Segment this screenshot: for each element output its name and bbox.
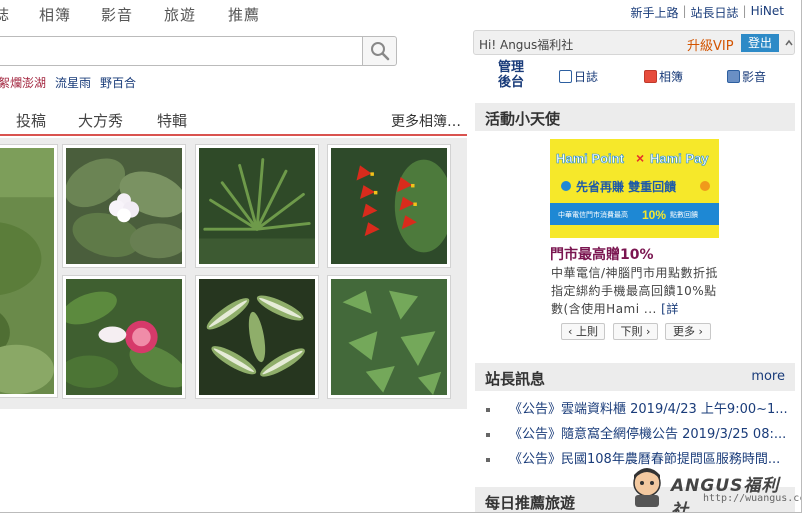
photo-thumb[interactable]: [195, 144, 319, 268]
nav-item-album[interactable]: 相簿: [39, 4, 71, 25]
angel-panel-header: 活動小天使: [475, 103, 795, 131]
coin-icon: [561, 181, 571, 191]
photo-thumb[interactable]: [0, 144, 58, 398]
bullet: [486, 433, 490, 437]
news-link[interactable]: 《公告》隨意窩全網停機公告 2019/3/25 08:...: [509, 427, 786, 442]
nav-item-travel[interactable]: 旅遊: [164, 4, 196, 25]
bullet: [486, 458, 490, 462]
banner-percent: 10%: [642, 208, 666, 222]
nav-item-blog[interactable]: 誌: [0, 4, 10, 25]
search-icon: [370, 42, 389, 61]
banner-line2a: 中華電信門市消費最高: [558, 210, 628, 219]
quick-video-link[interactable]: 影音: [727, 68, 766, 85]
bulb-icon: [700, 181, 710, 191]
page: 誌 相簿 影音 旅遊 推薦 新手上路 | 站長日誌 | HiNet 絮爛澎湖 流…: [0, 0, 802, 513]
album-icon: [644, 70, 657, 83]
quick-blog-label: 日誌: [574, 70, 599, 84]
admin-label-line: 後台: [498, 75, 525, 90]
news-panel-header: 站長訊息 more: [475, 363, 795, 391]
photo-variegated-leaves: [199, 279, 315, 395]
admin-diary-link[interactable]: 站長日誌: [691, 4, 739, 21]
album-tabs: 投稿 大方秀 特輯 更多相簿…: [0, 110, 467, 136]
next-button[interactable]: 下則 ›: [613, 323, 658, 340]
tab-special[interactable]: 特輯: [157, 110, 187, 131]
nav-item-recommend[interactable]: 推薦: [228, 4, 260, 25]
promo-detail-link[interactable]: [詳: [661, 302, 679, 316]
hinet-link[interactable]: HiNet: [751, 4, 784, 21]
promo-title[interactable]: 門市最高贈10%: [550, 244, 654, 264]
hot-tag[interactable]: 野百合: [100, 74, 136, 91]
news-list: 《公告》雲端資料櫃 2019/4/23 上午9:00~1... 《公告》隨意窩全…: [484, 400, 796, 475]
search-input[interactable]: [0, 36, 362, 66]
more-albums-link[interactable]: 更多相簿…: [391, 111, 461, 131]
news-item: 《公告》雲端資料櫃 2019/4/23 上午9:00~1...: [484, 400, 796, 425]
blog-icon: [559, 70, 572, 83]
top-nav: 誌 相簿 影音 旅遊 推薦 新手上路 | 站長日誌 | HiNet: [0, 0, 801, 30]
divider: |: [682, 4, 687, 18]
tab-showcase[interactable]: 大方秀: [78, 110, 123, 131]
quick-album-link[interactable]: 相簿: [644, 68, 683, 85]
quick-album-label: 相簿: [659, 70, 684, 84]
news-link[interactable]: 《公告》雲端資料櫃 2019/4/23 上午9:00~1...: [509, 402, 788, 417]
top-links: 新手上路 | 站長日誌 | HiNet: [630, 4, 784, 21]
newbie-link[interactable]: 新手上路: [630, 4, 678, 21]
collapse-icon[interactable]: [785, 39, 793, 47]
photo-heliconia: [331, 148, 447, 264]
news-item: 《公告》隨意窩全網停機公告 2019/3/25 08:...: [484, 425, 796, 450]
nav-item-video[interactable]: 影音: [101, 4, 133, 25]
banner-line2b: 點數回饋: [670, 210, 698, 219]
upgrade-vip-link[interactable]: 升級VIP: [687, 35, 734, 54]
photo-pink-flower: [66, 279, 182, 395]
hot-tags: 絮爛澎湖 流星雨 野百合: [0, 74, 136, 91]
watermark-text: ANGUS福利社: [671, 476, 780, 513]
banner-brand2: Hami Pay: [650, 151, 709, 166]
promo-description-text: 中華電信/神腦門市用點數折抵指定綁約手機最高回饋10%點數(含使用Hami ..…: [551, 266, 719, 316]
photo-thumb[interactable]: [195, 275, 319, 399]
bullet: [486, 408, 490, 412]
promo-description: 中華電信/神腦門市用點數折抵指定綁約手機最高回饋10%點數(含使用Hami ..…: [551, 264, 721, 318]
photo-thumb[interactable]: [327, 144, 451, 268]
tab-submit[interactable]: 投稿: [16, 110, 46, 131]
angel-panel-title: 活動小天使: [485, 110, 561, 128]
quick-blog-link[interactable]: 日誌: [559, 68, 598, 85]
photo-palm: [199, 148, 315, 264]
admin-panel-link[interactable]: 管理 後台: [498, 60, 524, 90]
mascot-logo: [633, 468, 661, 507]
photo-white-flower: [66, 148, 182, 264]
photo-thumb[interactable]: [62, 275, 186, 399]
user-bar: Hi! Angus福利社 升級VIP 登出: [473, 30, 795, 55]
quick-video-label: 影音: [742, 70, 767, 84]
photo-gallery: [0, 138, 467, 409]
banner-line1: 先省再賺 雙重回饋: [576, 179, 676, 194]
video-icon: [727, 70, 740, 83]
photo-green-vines: [331, 279, 447, 395]
prev-button[interactable]: ‹ 上則: [561, 323, 605, 340]
more-promo-button[interactable]: 更多 ›: [665, 323, 711, 340]
banner-brand1: Hami Point: [556, 151, 625, 166]
hot-tag[interactable]: 流星雨: [55, 74, 91, 91]
banner-x: ×: [636, 150, 644, 166]
daily-travel-title: 每日推薦旅遊: [485, 494, 576, 512]
photo-thumb[interactable]: [62, 144, 186, 268]
news-panel-title: 站長訊息: [485, 370, 546, 388]
quick-links: 管理 後台 日誌 相簿 影音: [473, 60, 795, 94]
hami-banner-image: Hami Point × Hami Pay 先省再賺 雙重回饋 中華電信門市消費…: [550, 139, 719, 238]
watermark-url: http://wuangus.cc: [703, 493, 802, 504]
promo-banner[interactable]: Hami Point × Hami Pay 先省再賺 雙重回饋 中華電信門市消費…: [550, 139, 719, 238]
user-greeting: Hi! Angus福利社: [479, 38, 574, 52]
admin-label-line: 管理: [498, 60, 525, 75]
watermark: ANGUS福利社 http://wuangus.cc: [627, 465, 801, 513]
divider: |: [742, 4, 747, 18]
photo-plant-partial: [0, 148, 54, 394]
logout-button[interactable]: 登出: [741, 34, 779, 52]
search-button[interactable]: [362, 36, 397, 66]
news-more-link[interactable]: more: [751, 369, 785, 384]
photo-thumb[interactable]: [327, 275, 451, 399]
hot-tag[interactable]: 絮爛澎湖: [0, 74, 46, 91]
